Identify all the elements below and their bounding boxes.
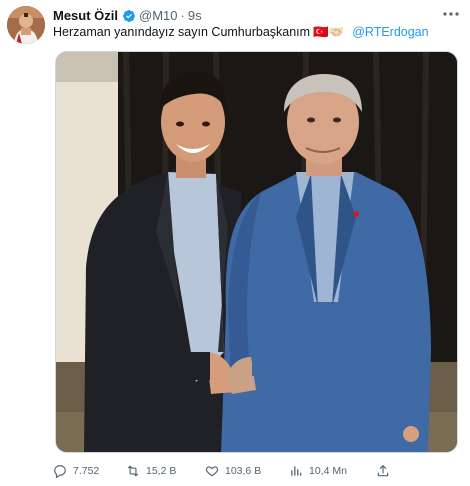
share-action[interactable] [376,464,396,478]
heart-icon [205,466,219,477]
like-count: 103,6 B [225,465,262,477]
like-action[interactable]: 103,6 B [205,464,261,478]
tweet-actions: 7.752 15,2 B 103,6 B 10,4 Mn [53,462,398,480]
reply-icon [54,465,66,478]
retweet-action[interactable]: 15,2 B [126,464,176,478]
more-options-icon[interactable] [441,6,461,22]
mention-link[interactable]: @RTErdogan [352,23,428,41]
reply-action[interactable]: 7.752 [53,464,99,478]
retweet-count: 15,2 B [146,465,177,477]
tweet-body: Herzaman yanındayız sayın Cumhurbaşkanım [53,25,311,39]
tweet-photo[interactable] [55,51,458,453]
author-avatar[interactable] [7,6,45,44]
tweet-emojis: 🇹🇷🤝🏻 [313,25,345,39]
verified-badge-icon [122,9,136,23]
retweet-icon [127,465,139,477]
views-action[interactable]: 10,4 Mn [289,464,347,478]
reply-count: 7.752 [73,465,100,477]
views-chart-icon [291,466,302,476]
views-count: 10,4 Mn [309,465,347,477]
tweet-text: Herzaman yanındayız sayın Cumhurbaşkanım… [53,23,429,41]
share-icon [377,464,389,477]
